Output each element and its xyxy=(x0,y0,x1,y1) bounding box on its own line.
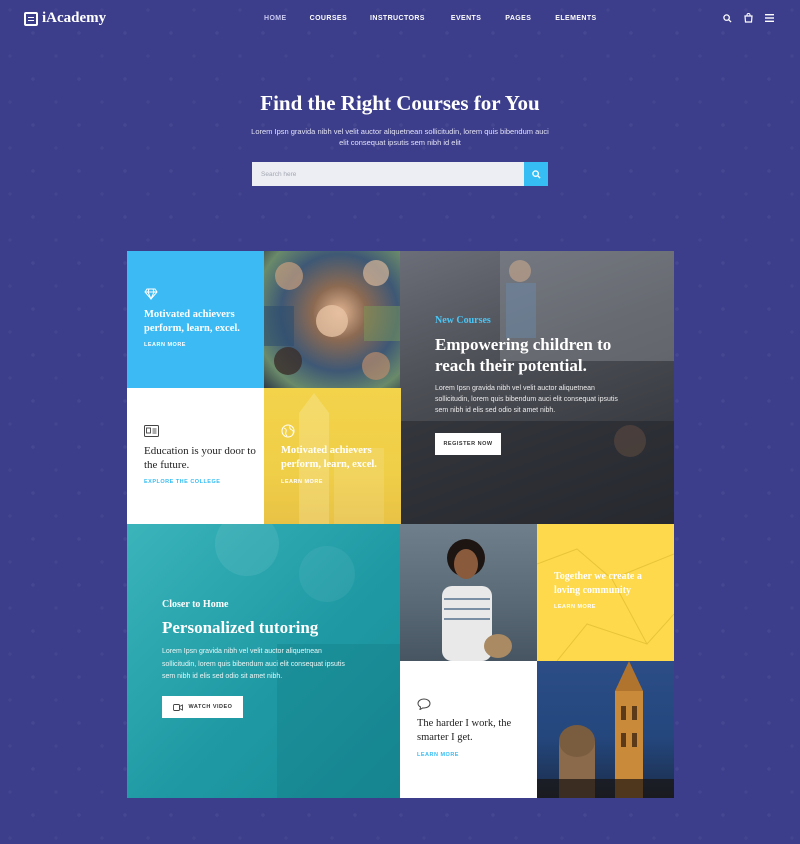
video-camera-icon xyxy=(172,703,183,711)
header-icons xyxy=(723,13,774,26)
tile-motivated-yellow: Motivated achievers perform, learn, exce… xyxy=(264,388,401,524)
students-photo-illustration xyxy=(264,260,401,380)
watch-video-label: WATCH VIDEO xyxy=(188,704,233,710)
empower-title: Empowering children to reach their poten… xyxy=(435,335,612,375)
nav-events[interactable]: EVENTS xyxy=(451,15,481,22)
register-now-label: REGISTER NOW xyxy=(443,441,493,447)
tile-education: Education is your door to the future. EX… xyxy=(127,388,264,524)
tile-title: Motivated achievers perform, learn, exce… xyxy=(144,309,240,334)
diamond-icon xyxy=(144,288,158,300)
empower-text: Lorem Ipsn gravida nibh vel velit auctor… xyxy=(435,385,618,414)
church-photo-illustration xyxy=(537,661,674,798)
tutoring-title: Personalized tutoring xyxy=(162,618,319,637)
search-input[interactable] xyxy=(252,162,524,186)
logo[interactable]: iAcademy xyxy=(24,10,106,27)
chat-bubble-icon xyxy=(417,698,431,710)
tile-empowering: New Courses Empowering children to reach… xyxy=(400,251,674,524)
tile-tutoring: Closer to Home Personalized tutoring Lor… xyxy=(127,524,401,798)
logo-text: iAcademy xyxy=(42,10,107,26)
search-bar xyxy=(252,162,548,186)
tutoring-kicker: Closer to Home xyxy=(162,599,229,610)
learn-more-link[interactable]: LEARN MORE xyxy=(417,752,459,758)
nav-courses[interactable]: COURSES xyxy=(310,15,347,22)
register-now-button[interactable]: REGISTER NOW xyxy=(435,433,501,455)
learn-more-link[interactable]: LEARN MORE xyxy=(144,342,186,348)
search-button[interactable] xyxy=(524,162,548,186)
main-nav: HOME COURSES INSTRUCTORS EVENTS PAGES EL… xyxy=(264,15,597,22)
search-icon xyxy=(531,169,541,179)
explore-college-link[interactable]: EXPLORE THE COLLEGE xyxy=(144,479,220,485)
learn-more-link[interactable]: LEARN MORE xyxy=(281,479,323,485)
tutoring-text: Lorem Ipsn gravida nibh vel velit auctor… xyxy=(162,648,345,680)
hero-subtitle: Lorem Ipsn gravida nibh vel velit auctor… xyxy=(251,127,549,147)
tile-quote: The harder I work, the smarter I get. LE… xyxy=(400,661,537,798)
site-header: iAcademy HOME COURSES INSTRUCTORS EVENTS… xyxy=(0,0,800,38)
tile-community: Together we create a loving community LE… xyxy=(537,524,674,661)
photo-church-tower xyxy=(537,661,674,798)
tile-motivated-blue: Motivated achievers perform, learn, exce… xyxy=(127,251,264,388)
hero-title: Find the Right Courses for You xyxy=(260,91,540,115)
tile-title: Motivated achievers perform, learn, exce… xyxy=(281,445,377,470)
tile-title: Education is your door to the future. xyxy=(144,445,256,471)
search-icon[interactable] xyxy=(723,13,732,26)
tile-title: Together we create a loving community xyxy=(554,571,642,596)
woman-photo-illustration xyxy=(442,539,512,661)
menu-icon[interactable] xyxy=(765,14,774,25)
learn-more-link[interactable]: LEARN MORE xyxy=(554,604,596,610)
photo-student-woman xyxy=(400,524,537,661)
globe-icon xyxy=(281,424,295,438)
cart-icon[interactable] xyxy=(744,13,753,26)
id-card-icon xyxy=(144,425,159,437)
nav-instructors[interactable]: INSTRUCTORS xyxy=(370,15,425,22)
book-icon xyxy=(24,11,38,26)
watch-video-button[interactable]: WATCH VIDEO xyxy=(162,696,243,718)
nav-pages[interactable]: PAGES xyxy=(505,15,531,22)
tile-title: The harder I work, the smarter I get. xyxy=(417,718,512,743)
photo-students-hands xyxy=(264,251,401,388)
empower-kicker: New Courses xyxy=(435,315,491,326)
nav-elements[interactable]: ELEMENTS xyxy=(555,15,596,22)
nav-home[interactable]: HOME xyxy=(264,15,287,22)
